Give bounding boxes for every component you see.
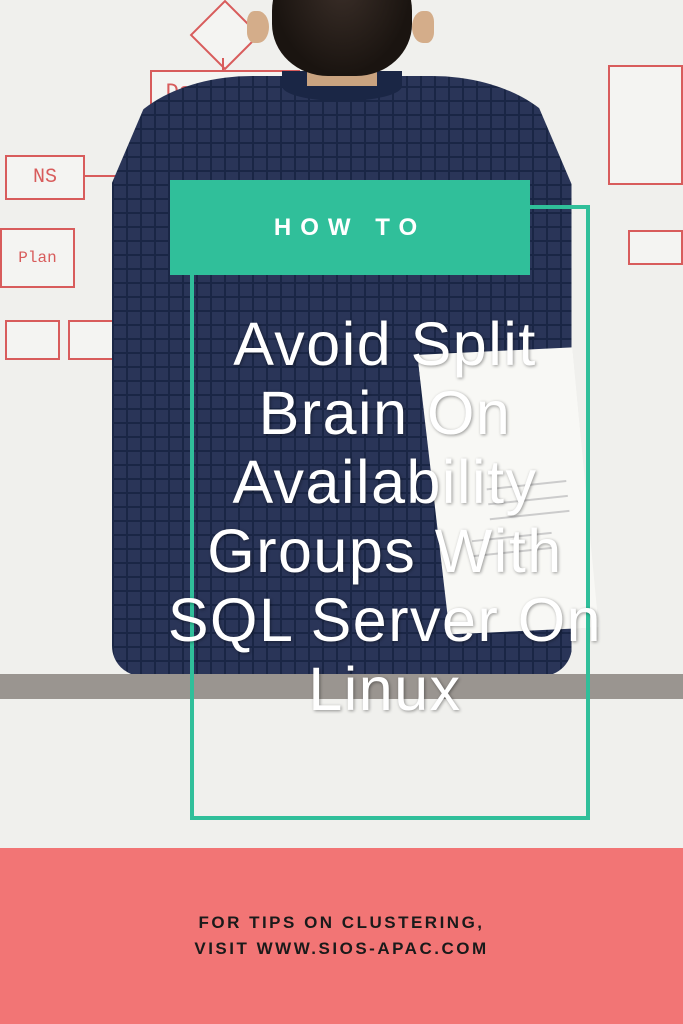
flowchart-box-plan: Plan [0, 228, 75, 288]
footer-line-1: FOR TIPS ON CLUSTERING, [198, 913, 484, 933]
category-badge: HOW TO [170, 180, 530, 275]
footer-line-2: VISIT WWW.SIOS-APAC.COM [194, 939, 488, 959]
person-head [272, 0, 412, 76]
flowchart-box-right [628, 230, 683, 265]
flowchart-box-small [5, 320, 60, 360]
person-ear [247, 11, 269, 43]
flowchart-box-right [608, 65, 683, 185]
person-ear [412, 11, 434, 43]
flowchart-box-ns: NS [5, 155, 85, 200]
footer-bar: FOR TIPS ON CLUSTERING, VISIT WWW.SIOS-A… [0, 848, 683, 1024]
badge-label: HOW TO [274, 214, 426, 242]
article-title: Avoid Split Brain On Availability Groups… [155, 310, 615, 724]
